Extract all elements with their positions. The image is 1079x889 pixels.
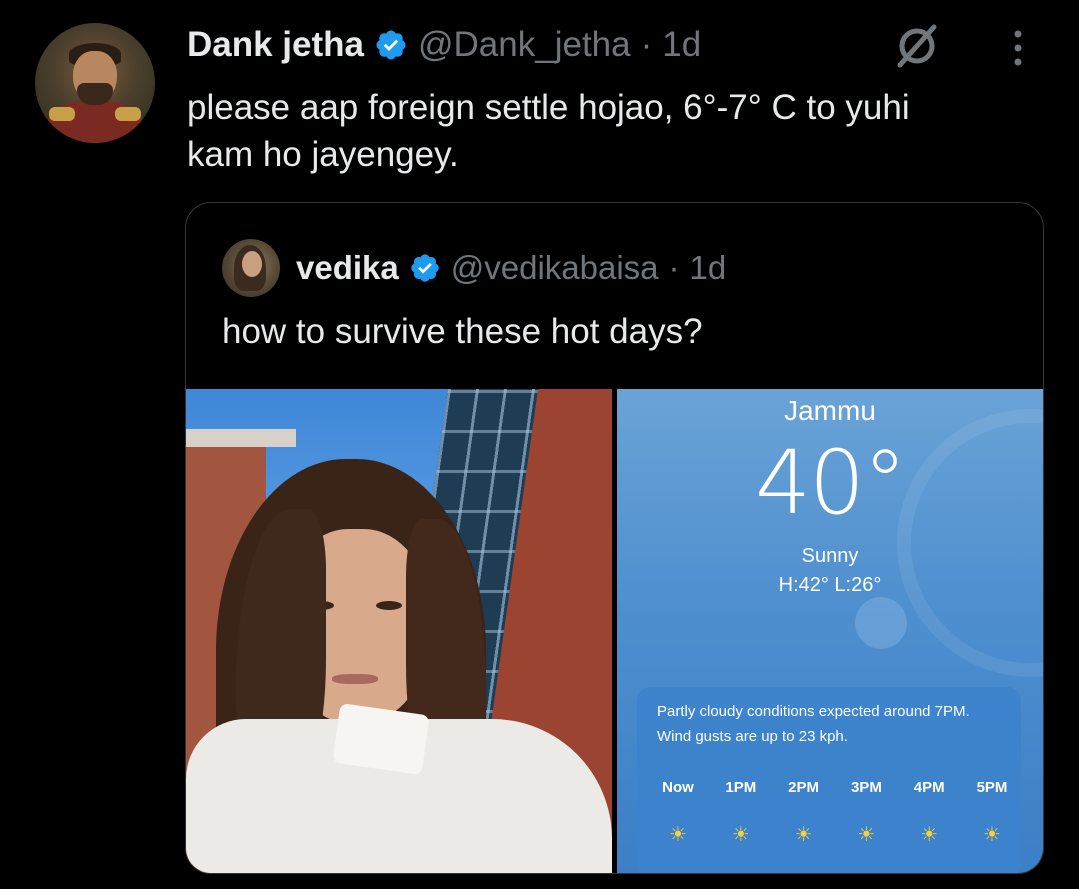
forecast-summary-line-1: Partly cloudy conditions expected around… (657, 703, 970, 720)
sun-icon: ☀ (794, 824, 813, 846)
hour-item: 3PM ☀ (837, 779, 895, 847)
weather-screenshot[interactable]: Jammu 40° Sunny H:42° L:26° Partly cloud… (617, 389, 1043, 873)
tweet-timestamp[interactable]: 1d (662, 25, 701, 65)
tweet-text-line-1: please aap foreign settle hojao, 6°-7° C… (187, 88, 910, 127)
hour-label: 3PM (850, 779, 882, 796)
header-separator: · (640, 25, 653, 64)
sun-icon: ☀ (669, 824, 687, 846)
selfie-photo[interactable] (186, 389, 612, 873)
more-vertical-icon[interactable] (1008, 26, 1028, 70)
hour-item: 2PM ☀ (775, 779, 833, 847)
quoted-tweet-timestamp[interactable]: 1d (690, 249, 727, 287)
author-avatar[interactable] (35, 23, 155, 143)
weather-city: Jammu (784, 395, 876, 426)
sun-icon: ☀ (731, 824, 750, 846)
hourly-forecast-card: Partly cloudy conditions expected around… (637, 687, 1021, 873)
hour-item: Now ☀ (649, 779, 707, 847)
hour-item: 4PM ☀ (900, 779, 958, 847)
weather-high-low: H:42° L:26° (778, 574, 882, 596)
tweet-text-line-2: kam ho jayengey. (187, 135, 459, 174)
tweet: Dank jetha @Dank_jetha · 1d please aap f… (0, 0, 1079, 889)
sun-icon: ☀ (857, 824, 876, 846)
quoted-author-name[interactable]: vedika (296, 249, 399, 287)
sun-icon: ☀ (920, 824, 939, 846)
hour-item: 5PM ☀ (963, 779, 1021, 847)
sun-icon: ☀ (983, 824, 1001, 846)
hour-label: 1PM (725, 779, 757, 796)
forecast-summary-line-2: Wind gusts are up to 23 kph. (657, 728, 848, 745)
hour-label: Now (662, 779, 694, 796)
hour-label: 5PM (976, 779, 1008, 796)
quoted-header-separator: · (668, 249, 680, 286)
author-name[interactable]: Dank jetha (187, 25, 364, 65)
hourly-forecast: Now ☀ 1PM ☀ 2PM ☀ 3PM ☀ 4PM ☀ 5PM ☀ (649, 779, 1021, 847)
quoted-tweet-header: vedika @vedikabaisa · 1d (296, 245, 726, 291)
tweet-text: please aap foreign settle hojao, 6°-7° C… (187, 84, 1057, 178)
verified-badge-icon (411, 254, 439, 282)
hour-label: 2PM (788, 779, 820, 796)
author-handle[interactable]: @Dank_jetha (418, 25, 631, 65)
hour-label: 4PM (913, 779, 945, 796)
weather-condition: Sunny (801, 545, 859, 567)
verified-badge-icon (376, 30, 406, 60)
tweet-header: Dank jetha @Dank_jetha · 1d (187, 22, 701, 68)
quoted-author-avatar[interactable] (222, 239, 280, 297)
hour-item: 1PM ☀ (712, 779, 770, 847)
quoted-tweet-text: how to survive these hot days? (222, 312, 703, 351)
quoted-tweet[interactable]: vedika @vedikabaisa · 1d how to survive … (185, 202, 1044, 874)
grok-icon[interactable] (893, 22, 941, 70)
quoted-author-handle[interactable]: @vedikabaisa (451, 249, 659, 287)
forecast-summary: Partly cloudy conditions expected around… (657, 699, 1017, 749)
weather-temperature: 40° (755, 431, 907, 534)
